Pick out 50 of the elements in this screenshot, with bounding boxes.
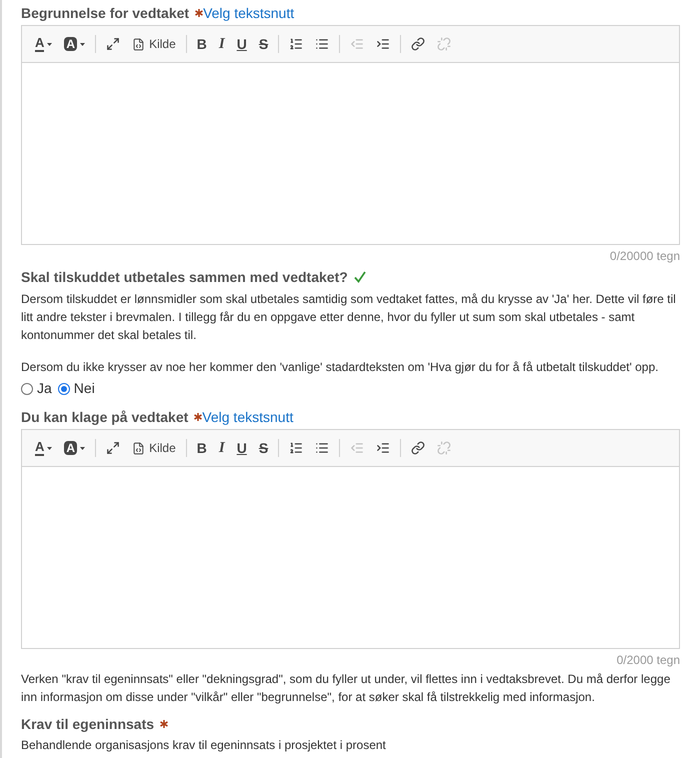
field-label: Begrunnelse for vedtaket [21, 4, 190, 23]
bulleted-list-icon [315, 441, 330, 455]
help-text: Behandlende organisasjons krav til egeninnsats i prosjektet i prosent [21, 737, 387, 754]
code-file-icon [132, 442, 146, 454]
indent-icon [376, 37, 390, 51]
field-label: Krav til egeninnsats [21, 715, 154, 734]
bold-button[interactable]: B [192, 33, 212, 55]
field-label: Du kan klage på vedtaket [21, 408, 188, 427]
maximize-icon [106, 37, 120, 51]
source-button[interactable]: Kilde [127, 437, 181, 459]
help-text: Dersom tilskuddet er lønnsmidler som skal utbetales samtidig som vedtaket fattes, må du krysse av 'Ja' her. Dette vil føre til litt andre tekster i brevmalen. I tillegg får du en oppgave etter denne, hvor du fyller ut sum som skal utbetales - samt kontonummer det skal betales til. [21, 291, 677, 344]
underline-button[interactable]: U [232, 437, 252, 459]
bulleted-list-icon [315, 37, 330, 51]
text-color-button[interactable]: A [30, 437, 58, 459]
numbered-list-icon [289, 37, 304, 51]
radio-option[interactable]: Ja [21, 378, 52, 399]
radio-option[interactable]: Nei [58, 378, 95, 399]
unlink-icon [437, 37, 452, 51]
caret-icon [47, 42, 52, 46]
help-text: Dersom du ikke krysser av noe her kommer den 'vanlige' stadardteksten om 'Hva gjør du for å få utbetalt tilskuddet' opp. [21, 359, 660, 376]
info-text: Verken "krav til egeninnsats" eller "dekningsgrad", som du fyller ut under, vil flettes inn i vedtaksbrevet. Du må derfor legge inn informasjon om disse under "vilkår" eller "begrunnelse", for at søker skal få tilstrekkelig med informasjon. [21, 671, 672, 706]
background-color-button[interactable]: A [59, 437, 90, 459]
numbered-list-icon [289, 441, 304, 455]
radio-button[interactable] [58, 382, 70, 394]
link-icon [411, 441, 426, 455]
snippet-link[interactable]: Velg tekstsnutt [202, 407, 294, 427]
italic-button[interactable]: I [214, 437, 230, 459]
snippet-link[interactable]: Velg tekstsnutt [203, 3, 294, 23]
bold-button[interactable]: B [192, 437, 212, 459]
unlink-icon [437, 441, 452, 455]
character-counter: 0/2000 tegn [616, 652, 680, 669]
code-file-icon [132, 38, 146, 50]
outdent-icon [350, 37, 364, 51]
source-button[interactable]: Kilde [127, 33, 181, 55]
caret-icon [80, 42, 86, 46]
question-label: Skal tilskuddet utbetales sammen med vedtaket? [21, 268, 348, 287]
maximize-icon [106, 441, 120, 455]
text-color-button[interactable]: A [30, 33, 58, 55]
underline-button[interactable]: U [232, 33, 252, 55]
strikethrough-button[interactable]: S [254, 437, 274, 459]
strikethrough-button[interactable]: S [254, 33, 274, 55]
indent-icon [376, 441, 390, 455]
caret-icon [80, 446, 86, 450]
background-color-button[interactable]: A [59, 33, 90, 55]
italic-button[interactable]: I [214, 33, 230, 55]
radio-button[interactable] [21, 382, 33, 394]
outdent-icon [350, 441, 364, 455]
link-icon [411, 37, 426, 51]
character-counter: 0/20000 tegn [608, 248, 680, 265]
caret-icon [47, 446, 52, 450]
